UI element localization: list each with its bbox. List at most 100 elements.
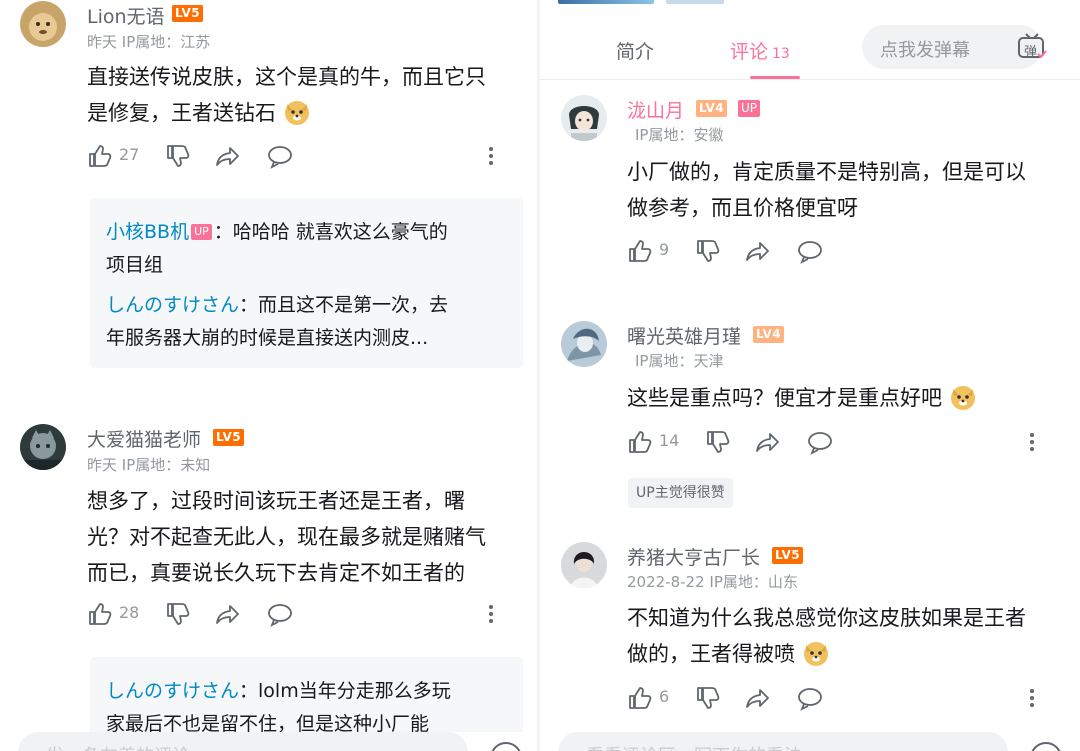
share-icon[interactable] (215, 601, 241, 627)
like-count: 27 (119, 145, 140, 164)
up-praised-badge: UP主觉得很赞 (628, 478, 733, 508)
tab-intro[interactable]: 简介 (616, 37, 654, 64)
thumbs-up-icon[interactable] (627, 429, 653, 455)
share-icon[interactable] (745, 238, 771, 264)
thumbs-down-icon[interactable] (165, 601, 191, 627)
thumbs-up-icon[interactable] (627, 238, 653, 264)
comment-line: 直接送传说皮肤，这个是真的牛，而且它只 (87, 65, 486, 89)
more-options-icon[interactable] (487, 601, 495, 627)
avatar-hero-image (561, 321, 607, 367)
comment-line: 是修复，王者送钻石 (87, 101, 276, 125)
thumbs-down-icon[interactable] (165, 143, 191, 169)
comment-meta: IP属地：安徽 (635, 126, 724, 144)
comment-line-with-emoji: 是修复，王者送钻石 (87, 95, 527, 131)
level-badge: LV5 (772, 547, 804, 564)
reply-text: ：哈哈哈 就喜欢这么豪气的 (213, 221, 448, 243)
comment-line: 做的，王者得被喷 (627, 642, 795, 666)
reply-username[interactable]: しんのすけさん (106, 294, 239, 316)
reply-text: 年服务器大崩的时候是直接送内测皮... (106, 327, 429, 349)
avatar[interactable] (561, 542, 607, 588)
left-comment-panel: Lion无语 LV5 昨天 IP属地：江苏 直接送传说皮肤，这个是真的牛，而且它… (0, 0, 540, 751)
comment-line-with-emoji: 做的，王者得被喷 (627, 636, 1067, 672)
comment-actions: 28 (87, 601, 507, 631)
level-badge: LV5 (213, 429, 245, 446)
reply-text: 项目组 (106, 254, 164, 276)
comment-meta: IP属地：天津 (635, 352, 724, 370)
comment-meta: 2022-8-22 IP属地：山东 (627, 573, 798, 591)
comment-line: 光？对不起查无此人，现在最多就是赌赌气 (87, 525, 486, 549)
avatar[interactable] (561, 95, 607, 141)
doge-emoji-icon (950, 386, 975, 410)
avatar[interactable] (561, 321, 607, 367)
danmaku-input[interactable]: 点我发弹幕 (862, 25, 1042, 69)
comment-actions: 9 (627, 238, 1047, 268)
avatar[interactable] (20, 424, 66, 470)
comment-input[interactable]: 看看评论区，写下你的看法 (558, 732, 1008, 751)
reply-username[interactable]: しんのすけさん (106, 680, 239, 702)
thumbs-up-icon[interactable] (627, 685, 653, 711)
tab-comments-label: 评论 (730, 41, 769, 63)
reply-line: しんのすけさん：lolm当年分走那么多玩 (106, 675, 516, 708)
comment-username[interactable]: 大爱猫猫老师 (87, 425, 201, 452)
thumbs-down-icon[interactable] (695, 685, 721, 711)
danmaku-toggle-button[interactable]: 弹 (1016, 32, 1048, 62)
comment-username[interactable]: 曙光英雄月瑾 (627, 322, 741, 349)
up-badge: UP (738, 100, 761, 117)
share-icon[interactable] (755, 429, 781, 455)
reply-text: ：lolm当年分走那么多玩 (239, 680, 451, 702)
share-icon[interactable] (745, 685, 771, 711)
comment-username[interactable]: 养猪大亨古厂长 (627, 543, 760, 570)
comment-input-placeholder: 看看评论区，写下你的看法 (586, 742, 802, 751)
share-icon[interactable] (215, 143, 241, 169)
danmaku-placeholder: 点我发弹幕 (880, 40, 970, 61)
thumbs-down-icon[interactable] (695, 238, 721, 264)
comment-actions: 27 (87, 143, 507, 173)
reply-item[interactable]: 小核BB机 UP ：哈哈哈 就喜欢这么豪气的 项目组 (106, 216, 506, 282)
comment-username[interactable]: Lion无语 (87, 2, 165, 29)
comment-line: 不知道为什么我总感觉你这皮肤如果是王者 (627, 606, 1026, 630)
comment-line-with-emoji: 这些是重点吗？便宜才是重点好吧 (627, 380, 1067, 416)
video-thumbnail-strip (666, 0, 724, 4)
tab-bar: 简介 评论 13 点我发弹幕 弹 (540, 0, 1080, 80)
like-count: 9 (659, 240, 670, 259)
reply-bubble-icon[interactable] (267, 601, 293, 627)
comment-body[interactable]: 这些是重点吗？便宜才是重点好吧 (627, 380, 1067, 416)
emoji-picker-icon[interactable] (1030, 742, 1062, 751)
comment-body[interactable]: 不知道为什么我总感觉你这皮肤如果是王者 做的，王者得被喷 (627, 600, 1067, 672)
comment-body[interactable]: 小厂做的，肯定质量不是特别高，但是可以 做参考，而且价格便宜呀 (627, 154, 1067, 226)
comment-input[interactable]: 发一条友善的评论 (18, 732, 468, 751)
comment-line: 做参考，而且价格便宜呀 (627, 196, 858, 220)
comment-body[interactable]: 直接送传说皮肤，这个是真的牛，而且它只 是修复，王者送钻石 (87, 59, 527, 131)
thumbs-up-icon[interactable] (87, 601, 113, 627)
reply-bubble-icon[interactable] (807, 429, 833, 455)
reply-line: しんのすけさん：而且这不是第一次，去 (106, 289, 516, 322)
comment-line: 这些是重点吗？便宜才是重点好吧 (627, 386, 942, 410)
doge-emoji-icon (803, 642, 828, 666)
comment-line: 小厂做的，肯定质量不是特别高，但是可以 (627, 160, 1026, 184)
avatar-lion-image (20, 1, 66, 47)
tab-comments[interactable]: 评论 13 (730, 37, 790, 64)
thumbs-down-icon[interactable] (705, 429, 731, 455)
avatar-portrait-image (561, 542, 607, 588)
emoji-picker-icon[interactable] (490, 742, 522, 751)
more-options-icon[interactable] (487, 143, 495, 169)
comment-actions: 6 (627, 685, 1047, 715)
more-options-icon[interactable] (1028, 429, 1036, 455)
reply-item[interactable]: しんのすけさん：而且这不是第一次，去 年服务器大崩的时候是直接送内测皮... (106, 289, 516, 355)
reply-bubble-icon[interactable] (797, 685, 823, 711)
thumbs-up-icon[interactable] (87, 143, 113, 169)
comment-meta: 昨天 IP属地：未知 (87, 456, 211, 474)
reply-bubble-icon[interactable] (797, 238, 823, 264)
avatar[interactable] (20, 1, 66, 47)
comment-body[interactable]: 想多了，过段时间该玩王者还是王者，曙 光？对不起查无此人，现在最多就是赌赌气 而… (87, 483, 527, 591)
reply-username[interactable]: 小核BB机 (106, 221, 189, 243)
more-options-icon[interactable] (1028, 685, 1036, 711)
like-count: 14 (659, 431, 680, 450)
reply-preview-box[interactable]: 小核BB机 UP ：哈哈哈 就喜欢这么豪气的 项目组 しんのすけさん：而且这不是第一… (90, 198, 523, 368)
reply-bubble-icon[interactable] (267, 143, 293, 169)
like-count: 28 (119, 603, 140, 622)
danmaku-button-label: 弹 (1024, 45, 1038, 60)
level-badge: LV4 (696, 100, 728, 117)
comment-username[interactable]: 泷山月 (627, 96, 684, 123)
active-tab-indicator (750, 76, 800, 79)
